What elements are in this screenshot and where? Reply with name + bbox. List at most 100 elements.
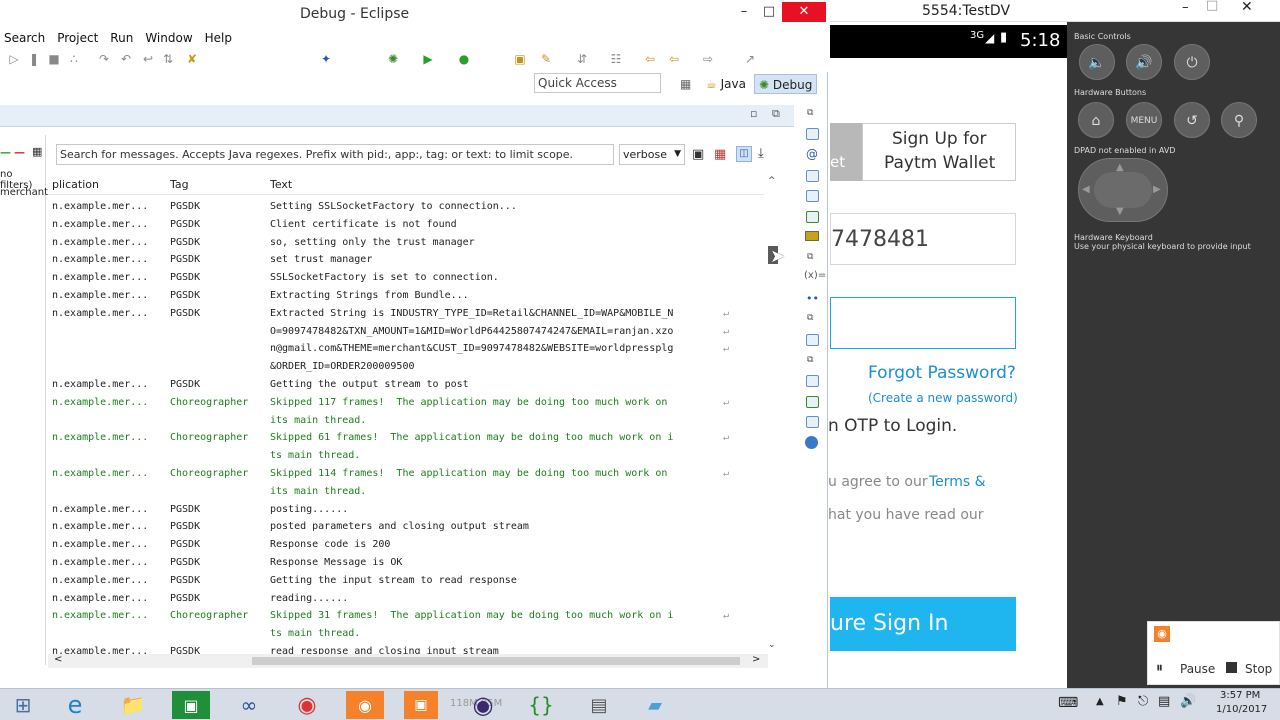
volume-up-icon[interactable]: 🔊: [1126, 44, 1162, 80]
view-minimize-icon[interactable]: ▫: [750, 107, 757, 120]
disconnect-icon[interactable]: ∴: [66, 51, 82, 67]
dpad-left-icon[interactable]: ◀: [1082, 184, 1090, 195]
back-icon[interactable]: ⇦: [666, 51, 682, 67]
save-icon[interactable]: ▣: [692, 147, 704, 162]
log-row[interactable]: n.example.mer... PGSDK so, setting only th…: [48, 234, 764, 252]
back-arrow-icon[interactable]: ↺: [1174, 102, 1210, 138]
problems-view-icon[interactable]: [806, 375, 819, 387]
dpad-down-icon[interactable]: ▼: [1116, 206, 1124, 217]
breakpoints-view-icon[interactable]: [806, 170, 819, 182]
toggle-columns-icon[interactable]: ◫: [736, 146, 752, 162]
perspective-debug[interactable]: ✺ Debug: [754, 74, 818, 94]
menu-project[interactable]: Project: [53, 30, 106, 48]
external-tools-icon[interactable]: ●: [456, 51, 472, 67]
menu-window[interactable]: Window: [141, 30, 200, 48]
scroll-up-icon[interactable]: ^: [768, 176, 776, 186]
perspective-java[interactable]: ☕ Java: [702, 74, 750, 94]
stop-button[interactable]: Stop: [1245, 662, 1272, 676]
dpad-center[interactable]: [1094, 172, 1152, 208]
menu-button[interactable]: MENU: [1126, 102, 1162, 138]
step-into-icon[interactable]: ↷: [96, 51, 112, 67]
outline-view-icon[interactable]: [806, 211, 819, 223]
recorder-task-icon[interactable]: ◉: [346, 691, 384, 719]
threads-view-icon[interactable]: [805, 436, 818, 449]
pause-icon[interactable]: ⏸: [1156, 660, 1163, 676]
annotation-icon[interactable]: ⇵: [574, 51, 590, 67]
emulator-view-icon[interactable]: [806, 416, 819, 428]
forward-icon[interactable]: ⇨: [700, 51, 716, 67]
log-row[interactable]: n.example.mer... PGSDK Extracted String is…: [48, 305, 764, 323]
signup-tab[interactable]: Sign Up for Paytm Wallet: [862, 123, 1016, 181]
log-row[interactable]: n.example.mer... PGSDK Response code is 20…: [48, 536, 764, 554]
log-row[interactable]: n.example.mer... PGSDK posted parameters a…: [48, 518, 764, 536]
create-password-link[interactable]: (Create a new password): [868, 391, 1018, 405]
console-view-icon[interactable]: [805, 231, 819, 241]
android-sdk-icon[interactable]: {}: [522, 691, 560, 719]
volume-icon[interactable]: 🔊: [1180, 694, 1196, 709]
ie-icon[interactable]: e: [56, 691, 94, 719]
chrome-icon[interactable]: ◉: [288, 691, 326, 719]
log-row[interactable]: n.example.mer... Choreographer Skipped 31 …: [48, 607, 764, 625]
edit-filter-icon[interactable]: ▦: [32, 145, 42, 158]
variables-x-icon[interactable]: (x)=: [804, 270, 826, 281]
menu-help[interactable]: Help: [201, 30, 240, 48]
remove-filter-icon[interactable]: —: [14, 146, 25, 159]
search-tool-icon[interactable]: ✎: [538, 51, 554, 67]
scroll-left-icon[interactable]: <: [54, 654, 62, 665]
start-button[interactable]: ⊞: [4, 691, 42, 719]
log-row[interactable]: n.example.mer... PGSDK read response and c…: [48, 643, 764, 654]
log-row[interactable]: &ORDER_ID=ORDER200009500: [48, 358, 764, 376]
tasks-view-icon[interactable]: [806, 334, 819, 346]
restore-icon-2[interactable]: ⧉: [807, 252, 813, 262]
debug-icon[interactable]: ✺: [385, 51, 401, 67]
keyboard-icon[interactable]: ⌨: [1058, 695, 1078, 711]
run-icon[interactable]: ▶: [420, 51, 436, 67]
quick-access-input[interactable]: Quick Access: [534, 73, 661, 93]
document-icon[interactable]: ▤: [580, 691, 618, 719]
log-row[interactable]: n.example.mer... Choreographer Skipped 117…: [48, 394, 764, 412]
restore-icon[interactable]: ⧉: [807, 108, 813, 118]
expressions-view-icon[interactable]: [806, 190, 819, 202]
view-maximize-icon[interactable]: ⧉: [772, 107, 780, 121]
tray-expand-icon[interactable]: ▲: [1096, 696, 1104, 707]
power-plug-icon[interactable]: ⎋: [1138, 694, 1148, 709]
use-step-filters-icon[interactable]: ✘: [184, 51, 200, 67]
stop-icon[interactable]: [1226, 662, 1237, 673]
log-row[interactable]: its main thread.: [48, 412, 764, 430]
dpad-right-icon[interactable]: ▶: [1153, 184, 1161, 195]
log-row[interactable]: ts main thread.: [48, 447, 764, 465]
add-filter-icon[interactable]: —: [0, 146, 11, 159]
store-icon[interactable]: ▣: [172, 691, 210, 719]
volume-down-icon[interactable]: 🔈: [1079, 44, 1115, 80]
network-icon[interactable]: ▤: [1158, 694, 1170, 709]
home-icon[interactable]: ⌂: [1078, 102, 1114, 138]
pause-button[interactable]: Pause: [1180, 662, 1215, 676]
history-icon[interactable]: ☷: [608, 51, 624, 67]
emulator-task-icon[interactable]: ▰: [636, 691, 674, 719]
flag-icon[interactable]: ⚑: [1116, 694, 1128, 709]
logcat-search-input[interactable]: Search for messages. Accepts Java regexe…: [56, 144, 614, 165]
forgot-password-link[interactable]: Forgot Password?: [868, 363, 1016, 383]
restore-icon-3[interactable]: ⧉: [807, 313, 813, 323]
scroll-lock-icon[interactable]: ⤓: [758, 146, 764, 161]
emulator-close-button[interactable]: ✕: [1241, 0, 1253, 15]
variables-view-icon[interactable]: [806, 128, 819, 140]
dpad-up-icon[interactable]: ▲: [1116, 162, 1124, 173]
clear-log-icon[interactable]: ▦: [714, 147, 726, 162]
login-tab[interactable]: et: [830, 123, 862, 181]
restore-icon-4[interactable]: ⧉: [807, 355, 813, 365]
horizontal-scroll-thumb[interactable]: [252, 657, 740, 665]
log-row[interactable]: n.example.mer... PGSDK reading......: [48, 590, 764, 608]
suspend-icon[interactable]: ❚: [26, 51, 42, 67]
log-row[interactable]: ts main thread.: [48, 625, 764, 643]
mobile-number-field[interactable]: 7478481: [830, 213, 1016, 265]
open-perspective-icon[interactable]: ↗: [742, 51, 758, 67]
log-row[interactable]: n.example.mer... PGSDK Response Message is…: [48, 554, 764, 572]
breakpoint-dot-icon[interactable]: ••: [806, 292, 819, 305]
explorer-icon[interactable]: 📁: [114, 691, 152, 719]
column-tag[interactable]: Tag: [170, 178, 189, 191]
log-row[interactable]: n.example.mer... PGSDK Getting the output …: [48, 376, 764, 394]
devices-view-icon[interactable]: [806, 396, 819, 408]
open-folder-icon[interactable]: ▣: [512, 51, 528, 67]
step-over-icon[interactable]: ↶: [118, 51, 134, 67]
